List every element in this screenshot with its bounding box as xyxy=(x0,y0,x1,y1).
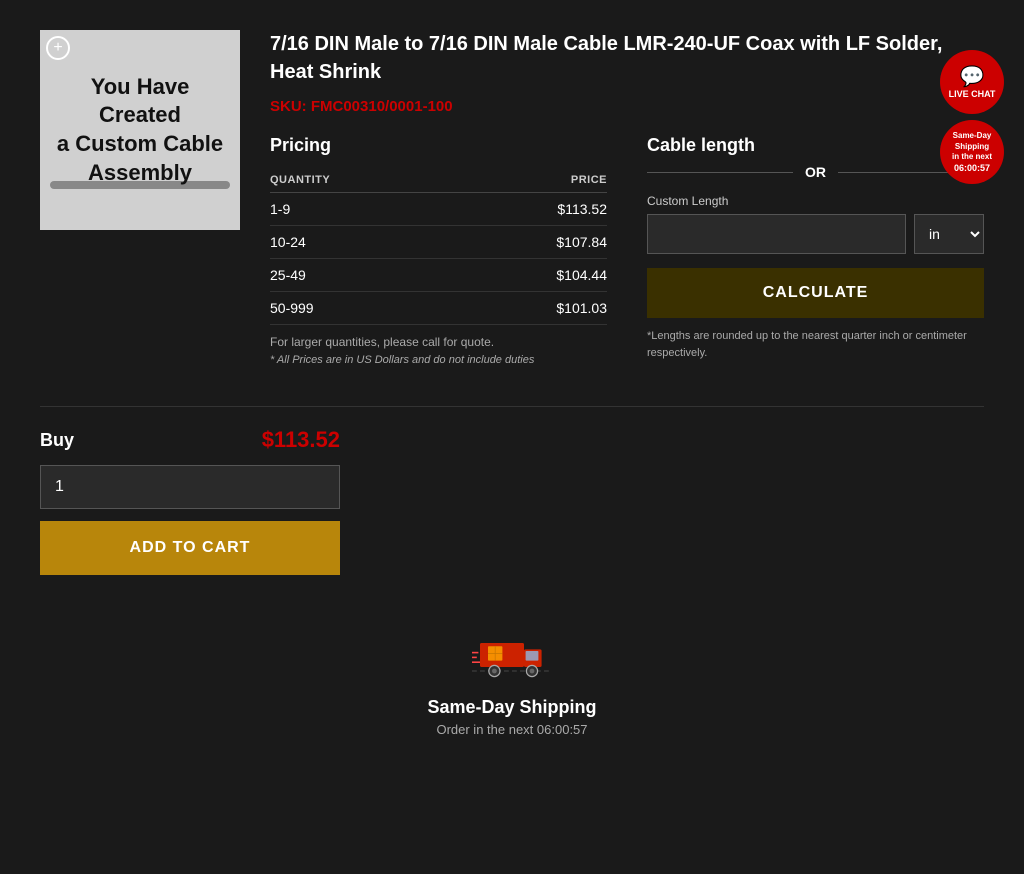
calculate-button[interactable]: CALCULATE xyxy=(647,268,984,318)
custom-length-label: Custom Length xyxy=(647,194,984,208)
product-image: You Have Created a Custom Cable Assembly xyxy=(40,30,240,230)
price-col-header: PRICE xyxy=(453,168,607,193)
table-row: 50-999 $101.03 xyxy=(270,292,607,325)
pricing-larger-qty-note: For larger quantities, please call for q… xyxy=(270,335,607,349)
table-row: 25-49 $104.44 xyxy=(270,259,607,292)
shipping-title: Same-Day Shipping xyxy=(427,697,596,718)
product-title: 7/16 DIN Male to 7/16 DIN Male Cable LMR… xyxy=(270,30,984,86)
buy-header: Buy $113.52 xyxy=(40,427,340,453)
cable-length-title: Cable length xyxy=(647,135,984,156)
pricing-title: Pricing xyxy=(270,135,607,156)
sku-label: SKU: xyxy=(270,98,307,115)
unit-select[interactable]: in cm ft m xyxy=(914,214,984,254)
quantity-col-header: QUANTITY xyxy=(270,168,453,193)
zoom-icon[interactable] xyxy=(46,36,70,60)
custom-length-input[interactable] xyxy=(647,214,906,254)
same-day-shipping-badge[interactable]: Same-Day Shipping in the next 06:00:57 xyxy=(940,120,1004,184)
product-info: 7/16 DIN Male to 7/16 DIN Male Cable LMR… xyxy=(270,30,984,366)
or-line-left xyxy=(647,172,793,173)
buy-price: $113.52 xyxy=(262,427,340,453)
or-text: OR xyxy=(793,164,838,180)
product-sku: SKU: FMC00310/0001-100 xyxy=(270,98,984,115)
buy-label: Buy xyxy=(40,430,74,451)
shipping-subtitle: Order in the next 06:00:57 xyxy=(436,722,587,737)
price-cell: $113.52 xyxy=(453,193,607,226)
table-row: 1-9 $113.52 xyxy=(270,193,607,226)
top-section: You Have Created a Custom Cable Assembly… xyxy=(40,30,984,366)
buy-section: Buy $113.52 ADD TO CART xyxy=(40,427,340,575)
or-divider: OR xyxy=(647,164,984,180)
price-cell: $101.03 xyxy=(453,292,607,325)
price-cell: $104.44 xyxy=(453,259,607,292)
truck-icon xyxy=(472,625,552,685)
quantity-cell: 50-999 xyxy=(270,292,453,325)
product-image-text: You Have Created a Custom Cable Assembly xyxy=(40,63,240,197)
add-to-cart-button[interactable]: ADD TO CART xyxy=(40,521,340,575)
length-note: *Lengths are rounded up to the nearest q… xyxy=(647,328,984,361)
pricing-section: Pricing QUANTITY PRICE 1-9 $113.52 10-24… xyxy=(270,135,607,366)
quantity-cell: 10-24 xyxy=(270,226,453,259)
price-cell: $107.84 xyxy=(453,226,607,259)
cable-length-section: Cable length OR Custom Length in cm ft xyxy=(647,135,984,366)
same-day-badge-line1: Same-Day xyxy=(953,131,992,141)
product-details: Pricing QUANTITY PRICE 1-9 $113.52 10-24… xyxy=(270,135,984,366)
quantity-cell: 1-9 xyxy=(270,193,453,226)
pricing-table: QUANTITY PRICE 1-9 $113.52 10-24 $107.84… xyxy=(270,168,607,325)
table-row: 10-24 $107.84 xyxy=(270,226,607,259)
same-day-badge-line3: in the next xyxy=(952,152,992,162)
product-image-container: You Have Created a Custom Cable Assembly xyxy=(40,30,240,366)
sku-value: FMC00310/0001-100 xyxy=(311,98,453,115)
same-day-badge-line2: Shipping xyxy=(955,142,989,152)
divider xyxy=(40,406,984,407)
live-chat-label: LIVE CHAT xyxy=(949,89,996,100)
live-chat-button[interactable]: 💬 LIVE CHAT xyxy=(940,50,1004,114)
quantity-input[interactable] xyxy=(40,465,340,509)
quantity-cell: 25-49 xyxy=(270,259,453,292)
pricing-disclaimer: * All Prices are in US Dollars and do no… xyxy=(270,354,607,366)
chat-icon: 💬 xyxy=(960,64,985,89)
bottom-shipping-section: Same-Day Shipping Order in the next 06:0… xyxy=(40,625,984,767)
custom-length-row: in cm ft m xyxy=(647,214,984,254)
same-day-badge-timer: 06:00:57 xyxy=(954,163,990,173)
